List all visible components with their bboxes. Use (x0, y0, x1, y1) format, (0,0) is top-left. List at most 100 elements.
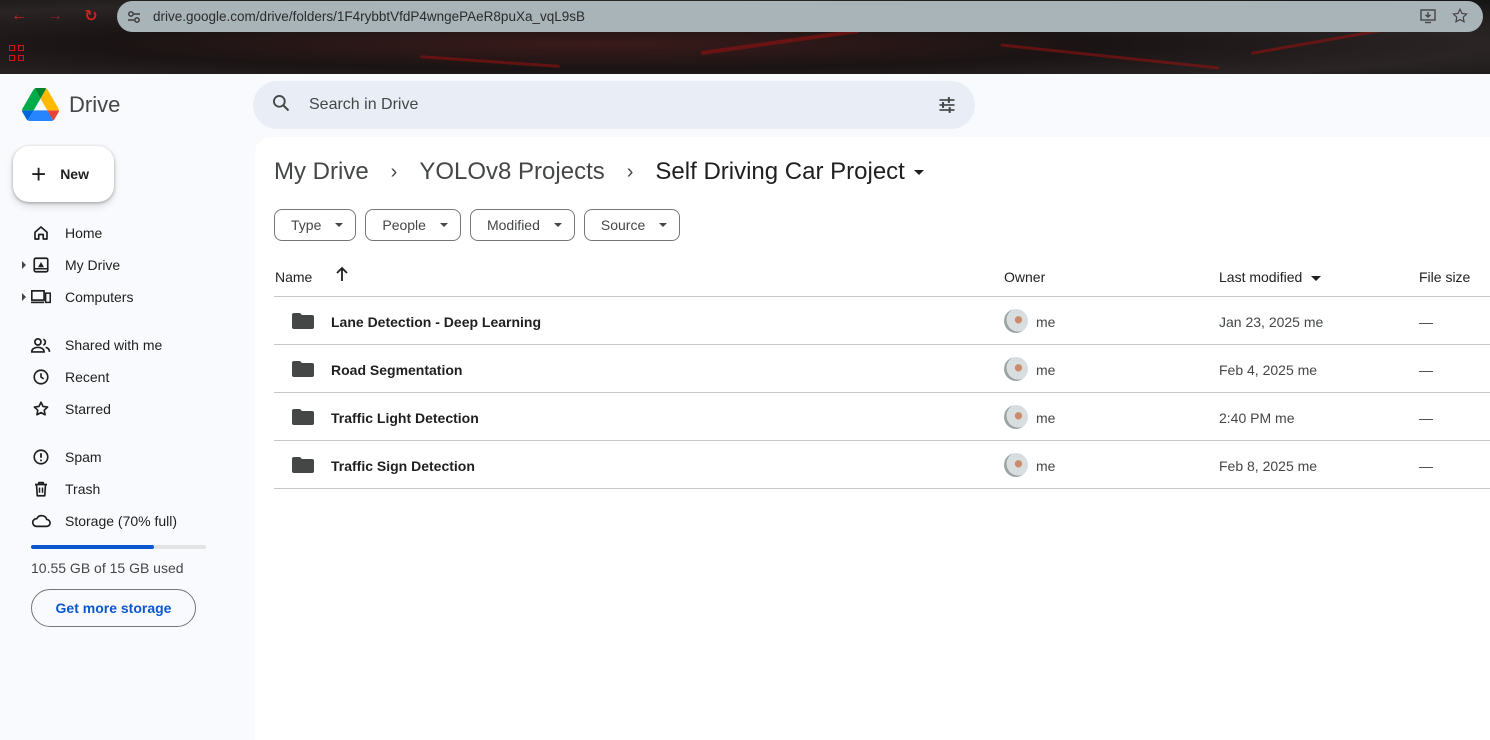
expand-caret-icon[interactable] (22, 261, 26, 269)
breadcrumb-current[interactable]: Self Driving Car Project (655, 158, 904, 186)
sidebar-item-label: Computers (65, 289, 134, 305)
last-modified: 2:40 PM me (1219, 410, 1295, 426)
sidebar-item-my-drive[interactable]: My Drive (0, 249, 240, 281)
sort-dropdown-icon (1311, 275, 1322, 281)
avatar (1004, 357, 1028, 381)
chevron-right-icon: › (390, 160, 398, 183)
home-icon (31, 224, 51, 242)
cloud-icon (31, 512, 51, 530)
apps-grid-icon[interactable] (9, 45, 25, 61)
sidebar-item-label: Storage (70% full) (65, 513, 178, 529)
filter-type-chip[interactable]: Type (274, 209, 357, 241)
filter-chips: Type People Modified Source (274, 209, 681, 241)
sidebar-item-trash[interactable]: Trash (0, 473, 240, 505)
column-header-label: Last modified (1219, 269, 1303, 285)
sidebar-item-storage[interactable]: Storage (70% full) (0, 505, 240, 537)
folder-icon (292, 313, 314, 332)
owner-name: me (1036, 458, 1056, 474)
forward-icon[interactable]: → (45, 6, 65, 26)
column-header-last-modified[interactable]: Last modified (1219, 269, 1322, 285)
file-size: — (1419, 410, 1433, 426)
new-button[interactable]: + New (13, 146, 114, 202)
file-size: — (1419, 362, 1433, 378)
file-name: Traffic Light Detection (331, 410, 479, 426)
trash-icon (31, 480, 51, 498)
site-info-icon[interactable] (125, 8, 143, 26)
background-decoration (700, 28, 860, 56)
file-name: Traffic Sign Detection (331, 458, 475, 474)
storage-progress-bar (31, 545, 206, 549)
sidebar-item-computers[interactable]: Computers (0, 281, 240, 313)
table-row[interactable]: Road Segmentation me Feb 4, 2025 me — (274, 345, 1490, 393)
new-button-label: New (60, 166, 89, 182)
expand-caret-icon[interactable] (22, 293, 26, 301)
chip-label: Modified (486, 217, 540, 233)
last-modified: Feb 4, 2025 me (1219, 362, 1318, 378)
address-bar[interactable]: drive.google.com/drive/folders/1F4rybbtV… (117, 1, 1483, 32)
file-name: Lane Detection - Deep Learning (331, 314, 542, 330)
search-options-icon[interactable] (937, 95, 957, 120)
url-text[interactable]: drive.google.com/drive/folders/1F4rybbtV… (153, 9, 585, 24)
table-row[interactable]: Traffic Sign Detection me Feb 8, 2025 me… (274, 441, 1490, 489)
chip-label: People (382, 217, 426, 233)
table-row[interactable]: Traffic Light Detection me 2:40 PM me — (274, 393, 1490, 441)
bookmark-star-icon[interactable] (1451, 7, 1469, 30)
folder-menu-dropdown-icon[interactable] (913, 169, 924, 175)
sidebar-item-recent[interactable]: Recent (0, 361, 240, 393)
back-icon[interactable]: ← (9, 6, 29, 26)
avatar (1004, 405, 1028, 429)
get-more-storage-button[interactable]: Get more storage (31, 589, 196, 627)
breadcrumb-item[interactable]: My Drive (274, 158, 369, 186)
star-icon (31, 400, 51, 418)
clock-icon (31, 368, 51, 386)
column-header-owner[interactable]: Owner (1004, 269, 1045, 285)
install-icon[interactable] (1419, 7, 1437, 30)
search-bar[interactable] (253, 81, 975, 129)
dropdown-arrow-icon (659, 223, 668, 227)
spam-icon (31, 448, 51, 466)
reload-icon[interactable]: ↻ (81, 6, 101, 26)
sidebar-item-starred[interactable]: Starred (0, 393, 240, 425)
owner-name: me (1036, 314, 1056, 330)
shared-icon (31, 336, 51, 354)
file-name: Road Segmentation (331, 362, 463, 378)
sidebar-item-spam[interactable]: Spam (0, 441, 240, 473)
filter-source-chip[interactable]: Source (583, 209, 681, 241)
background-decoration (420, 55, 560, 68)
file-size: — (1419, 314, 1433, 330)
file-size: — (1419, 458, 1433, 474)
drive-app: Drive + New Home My Drive Computers Shar… (0, 74, 1490, 740)
sort-ascending-icon[interactable] (335, 266, 349, 285)
background-decoration (1000, 43, 1220, 70)
table-row[interactable]: Lane Detection - Deep Learning me Jan 23… (274, 297, 1490, 345)
folder-icon (292, 409, 314, 428)
app-name: Drive (69, 91, 121, 117)
breadcrumb-item[interactable]: YOLOv8 Projects (419, 158, 604, 186)
owner-name: me (1036, 362, 1056, 378)
column-header-file-size[interactable]: File size (1419, 269, 1470, 285)
search-icon[interactable] (271, 93, 291, 118)
plus-icon: + (31, 159, 47, 189)
storage-progress-fill (31, 545, 154, 549)
filter-modified-chip[interactable]: Modified (469, 209, 575, 241)
main-panel: My Drive › YOLOv8 Projects › Self Drivin… (255, 137, 1490, 740)
filter-people-chip[interactable]: People (365, 209, 461, 241)
last-modified: Feb 8, 2025 me (1219, 458, 1318, 474)
sidebar-item-label: My Drive (65, 257, 121, 273)
sidebar-item-label: Spam (65, 449, 102, 465)
column-header-name[interactable]: Name (275, 269, 312, 285)
table-header: Name Owner Last modified File size (274, 257, 1490, 297)
sidebar-item-label: Shared with me (65, 337, 163, 353)
sidebar-item-label: Home (65, 225, 103, 241)
owner-name: me (1036, 410, 1056, 426)
sidebar-item-shared-with-me[interactable]: Shared with me (0, 329, 240, 361)
folder-icon (292, 361, 314, 380)
sidebar-item-home[interactable]: Home (0, 217, 240, 249)
dropdown-arrow-icon (553, 223, 562, 227)
drive-logo[interactable]: Drive (22, 88, 120, 121)
sidebar-item-label: Recent (65, 369, 110, 385)
browser-chrome: ← → ↻ drive.google.com/drive/folders/1F4… (0, 0, 1490, 74)
sidebar-item-label: Starred (65, 401, 111, 417)
search-input[interactable] (309, 96, 909, 114)
storage-usage-text: 10.55 GB of 15 GB used (31, 560, 184, 576)
